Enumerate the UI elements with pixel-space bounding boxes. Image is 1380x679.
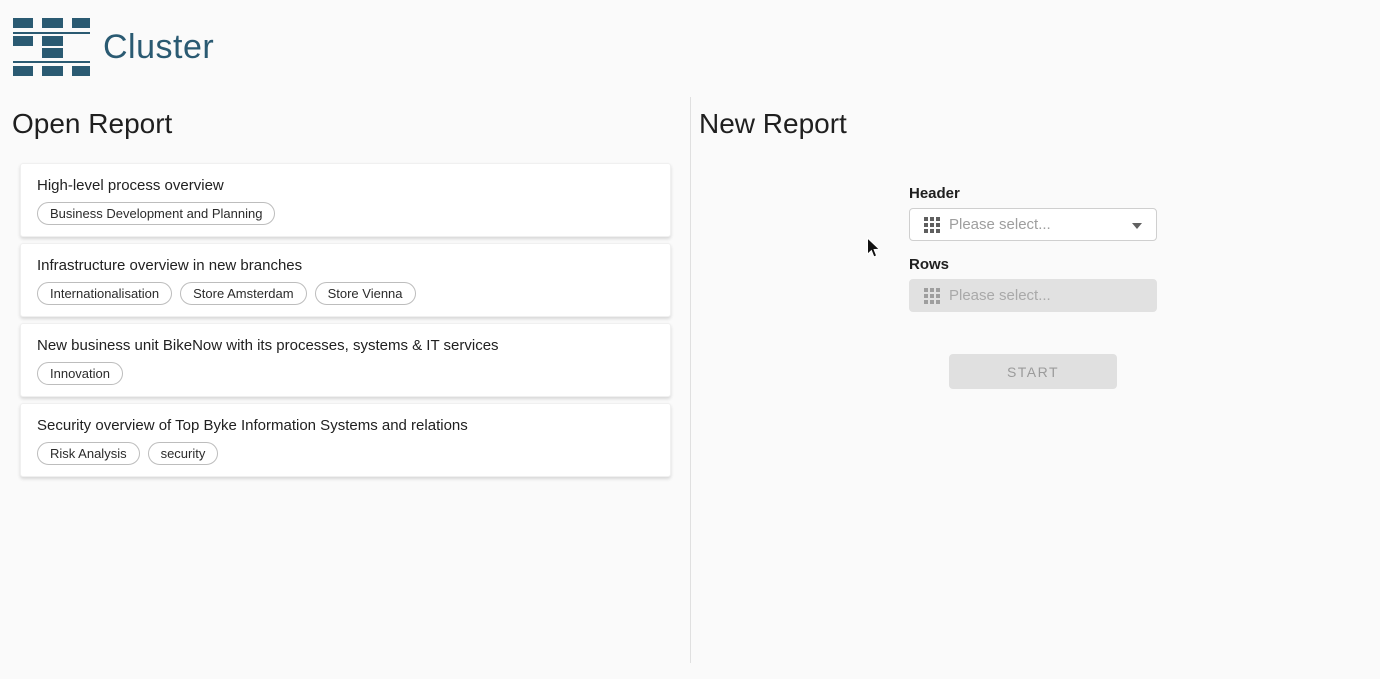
new-report-pane: New Report Header Please select... Rows xyxy=(690,97,1380,679)
top-bar: Cluster xyxy=(0,0,1380,97)
tag-row: Innovation xyxy=(37,362,654,385)
start-button[interactable]: START xyxy=(949,354,1117,389)
tag-row: Risk Analysis security xyxy=(37,442,654,465)
tag-chip: Internationalisation xyxy=(37,282,172,305)
tag-row: Business Development and Planning xyxy=(37,202,654,225)
report-card-infrastructure[interactable]: Infrastructure overview in new branches … xyxy=(20,243,671,317)
tag-row: Internationalisation Store Amsterdam Sto… xyxy=(37,282,654,305)
tag-chip: Innovation xyxy=(37,362,123,385)
report-title: Infrastructure overview in new branches xyxy=(37,257,654,275)
cluster-logo-icon xyxy=(13,18,90,76)
report-title: High-level process overview xyxy=(37,177,654,195)
header-select[interactable]: Please select... xyxy=(909,208,1157,241)
brand-name: Cluster xyxy=(103,28,214,67)
report-card-security-overview[interactable]: Security overview of Top Byke Informatio… xyxy=(20,403,671,477)
grid-icon xyxy=(924,288,940,304)
rows-field-label: Rows xyxy=(909,257,1157,272)
chevron-down-icon xyxy=(1132,223,1142,229)
report-card-high-level-process[interactable]: High-level process overview Business Dev… xyxy=(20,163,671,237)
new-report-form: Header Please select... Rows xyxy=(909,186,1157,389)
tag-chip: Business Development and Planning xyxy=(37,202,275,225)
report-title: Security overview of Top Byke Informatio… xyxy=(37,417,654,435)
header-select-placeholder: Please select... xyxy=(949,216,1051,233)
open-report-pane: Open Report High-level process overview … xyxy=(0,97,690,679)
tag-chip: Store Amsterdam xyxy=(180,282,306,305)
tag-chip: Store Vienna xyxy=(315,282,416,305)
rows-select[interactable]: Please select... xyxy=(909,279,1157,312)
grid-icon xyxy=(924,217,940,233)
header-field-label: Header xyxy=(909,186,1157,201)
rows-select-placeholder: Please select... xyxy=(949,287,1051,304)
report-list: High-level process overview Business Dev… xyxy=(20,163,671,477)
tag-chip: security xyxy=(148,442,219,465)
app-root: Cluster Open Report High-level process o… xyxy=(0,0,1380,679)
open-report-heading: Open Report xyxy=(12,107,690,140)
report-card-bikenow[interactable]: New business unit BikeNow with its proce… xyxy=(20,323,671,397)
pane-divider xyxy=(690,97,691,663)
report-title: New business unit BikeNow with its proce… xyxy=(37,337,654,355)
tag-chip: Risk Analysis xyxy=(37,442,140,465)
new-report-heading: New Report xyxy=(699,107,1380,140)
